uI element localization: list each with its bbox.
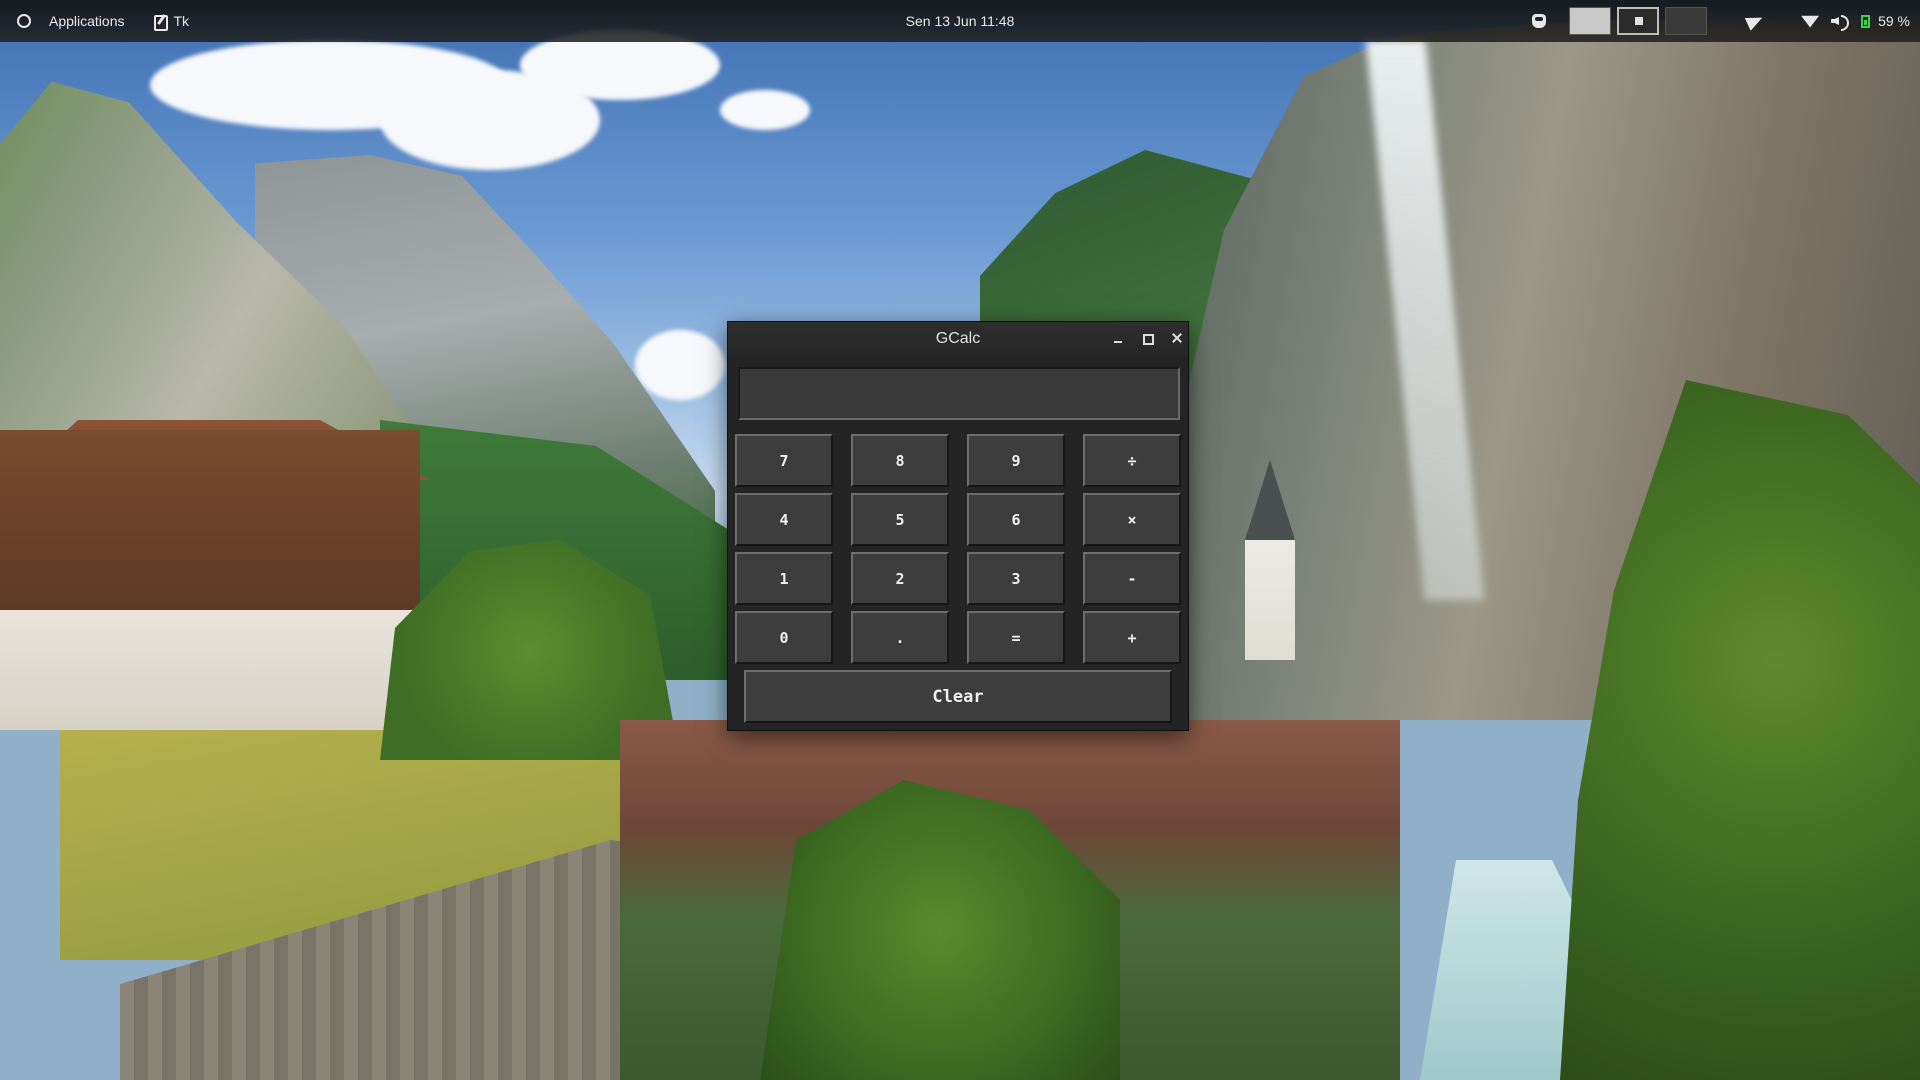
window-titlebar[interactable]: GCalc (728, 322, 1188, 356)
workspace-2[interactable] (1617, 7, 1660, 35)
volume-icon[interactable] (1831, 14, 1850, 31)
key-7[interactable]: 7 (735, 434, 833, 487)
key-decimal[interactable]: . (851, 611, 949, 664)
calculator-display[interactable] (738, 367, 1180, 420)
key-add[interactable]: + (1083, 611, 1181, 664)
minimize-icon[interactable] (1110, 330, 1126, 346)
gcalc-window: GCalc 7 8 9 ÷ 4 5 6 × 1 2 3 - 0 . = + Cl… (727, 321, 1189, 731)
key-4[interactable]: 4 (735, 493, 833, 546)
clear-button[interactable]: Clear (744, 670, 1172, 723)
key-divide[interactable]: ÷ (1083, 434, 1181, 487)
clock[interactable]: Sen 13 Jun 11:48 (906, 13, 1015, 29)
maximize-icon[interactable] (1139, 330, 1155, 346)
key-2[interactable]: 2 (851, 552, 949, 605)
key-0[interactable]: 0 (735, 611, 833, 664)
key-equals[interactable]: = (967, 611, 1065, 664)
key-6[interactable]: 6 (967, 493, 1065, 546)
panel-left: Applications Tk (0, 0, 189, 42)
wallpaper-house (0, 430, 420, 730)
applications-menu[interactable]: Applications (49, 13, 125, 29)
key-subtract[interactable]: - (1083, 552, 1181, 605)
hand-icon[interactable] (1532, 14, 1547, 28)
key-3[interactable]: 3 (967, 552, 1065, 605)
key-1[interactable]: 1 (735, 552, 833, 605)
battery-icon[interactable] (1861, 14, 1871, 28)
taskbar-item-tk[interactable]: Tk (153, 13, 190, 31)
key-8[interactable]: 8 (851, 434, 949, 487)
tk-app-icon (153, 14, 168, 31)
battery-percentage[interactable]: 59 % (1878, 13, 1910, 29)
taskbar-item-label: Tk (173, 13, 190, 29)
app-menu-icon[interactable] (17, 14, 31, 28)
key-9[interactable]: 9 (967, 434, 1065, 487)
wallpaper-cloud (635, 330, 725, 400)
send-icon[interactable] (1744, 11, 1766, 31)
top-panel: Applications Tk Sen 13 Jun 11:48 59 % (0, 0, 1920, 42)
wifi-icon[interactable] (1801, 14, 1819, 28)
workspace-3[interactable] (1665, 7, 1708, 35)
close-icon[interactable] (1169, 330, 1185, 346)
key-5[interactable]: 5 (851, 493, 949, 546)
key-multiply[interactable]: × (1083, 493, 1181, 546)
panel-right: 59 % (1532, 0, 1920, 42)
workspace-1[interactable] (1569, 7, 1612, 35)
wallpaper-cloud (720, 90, 810, 130)
